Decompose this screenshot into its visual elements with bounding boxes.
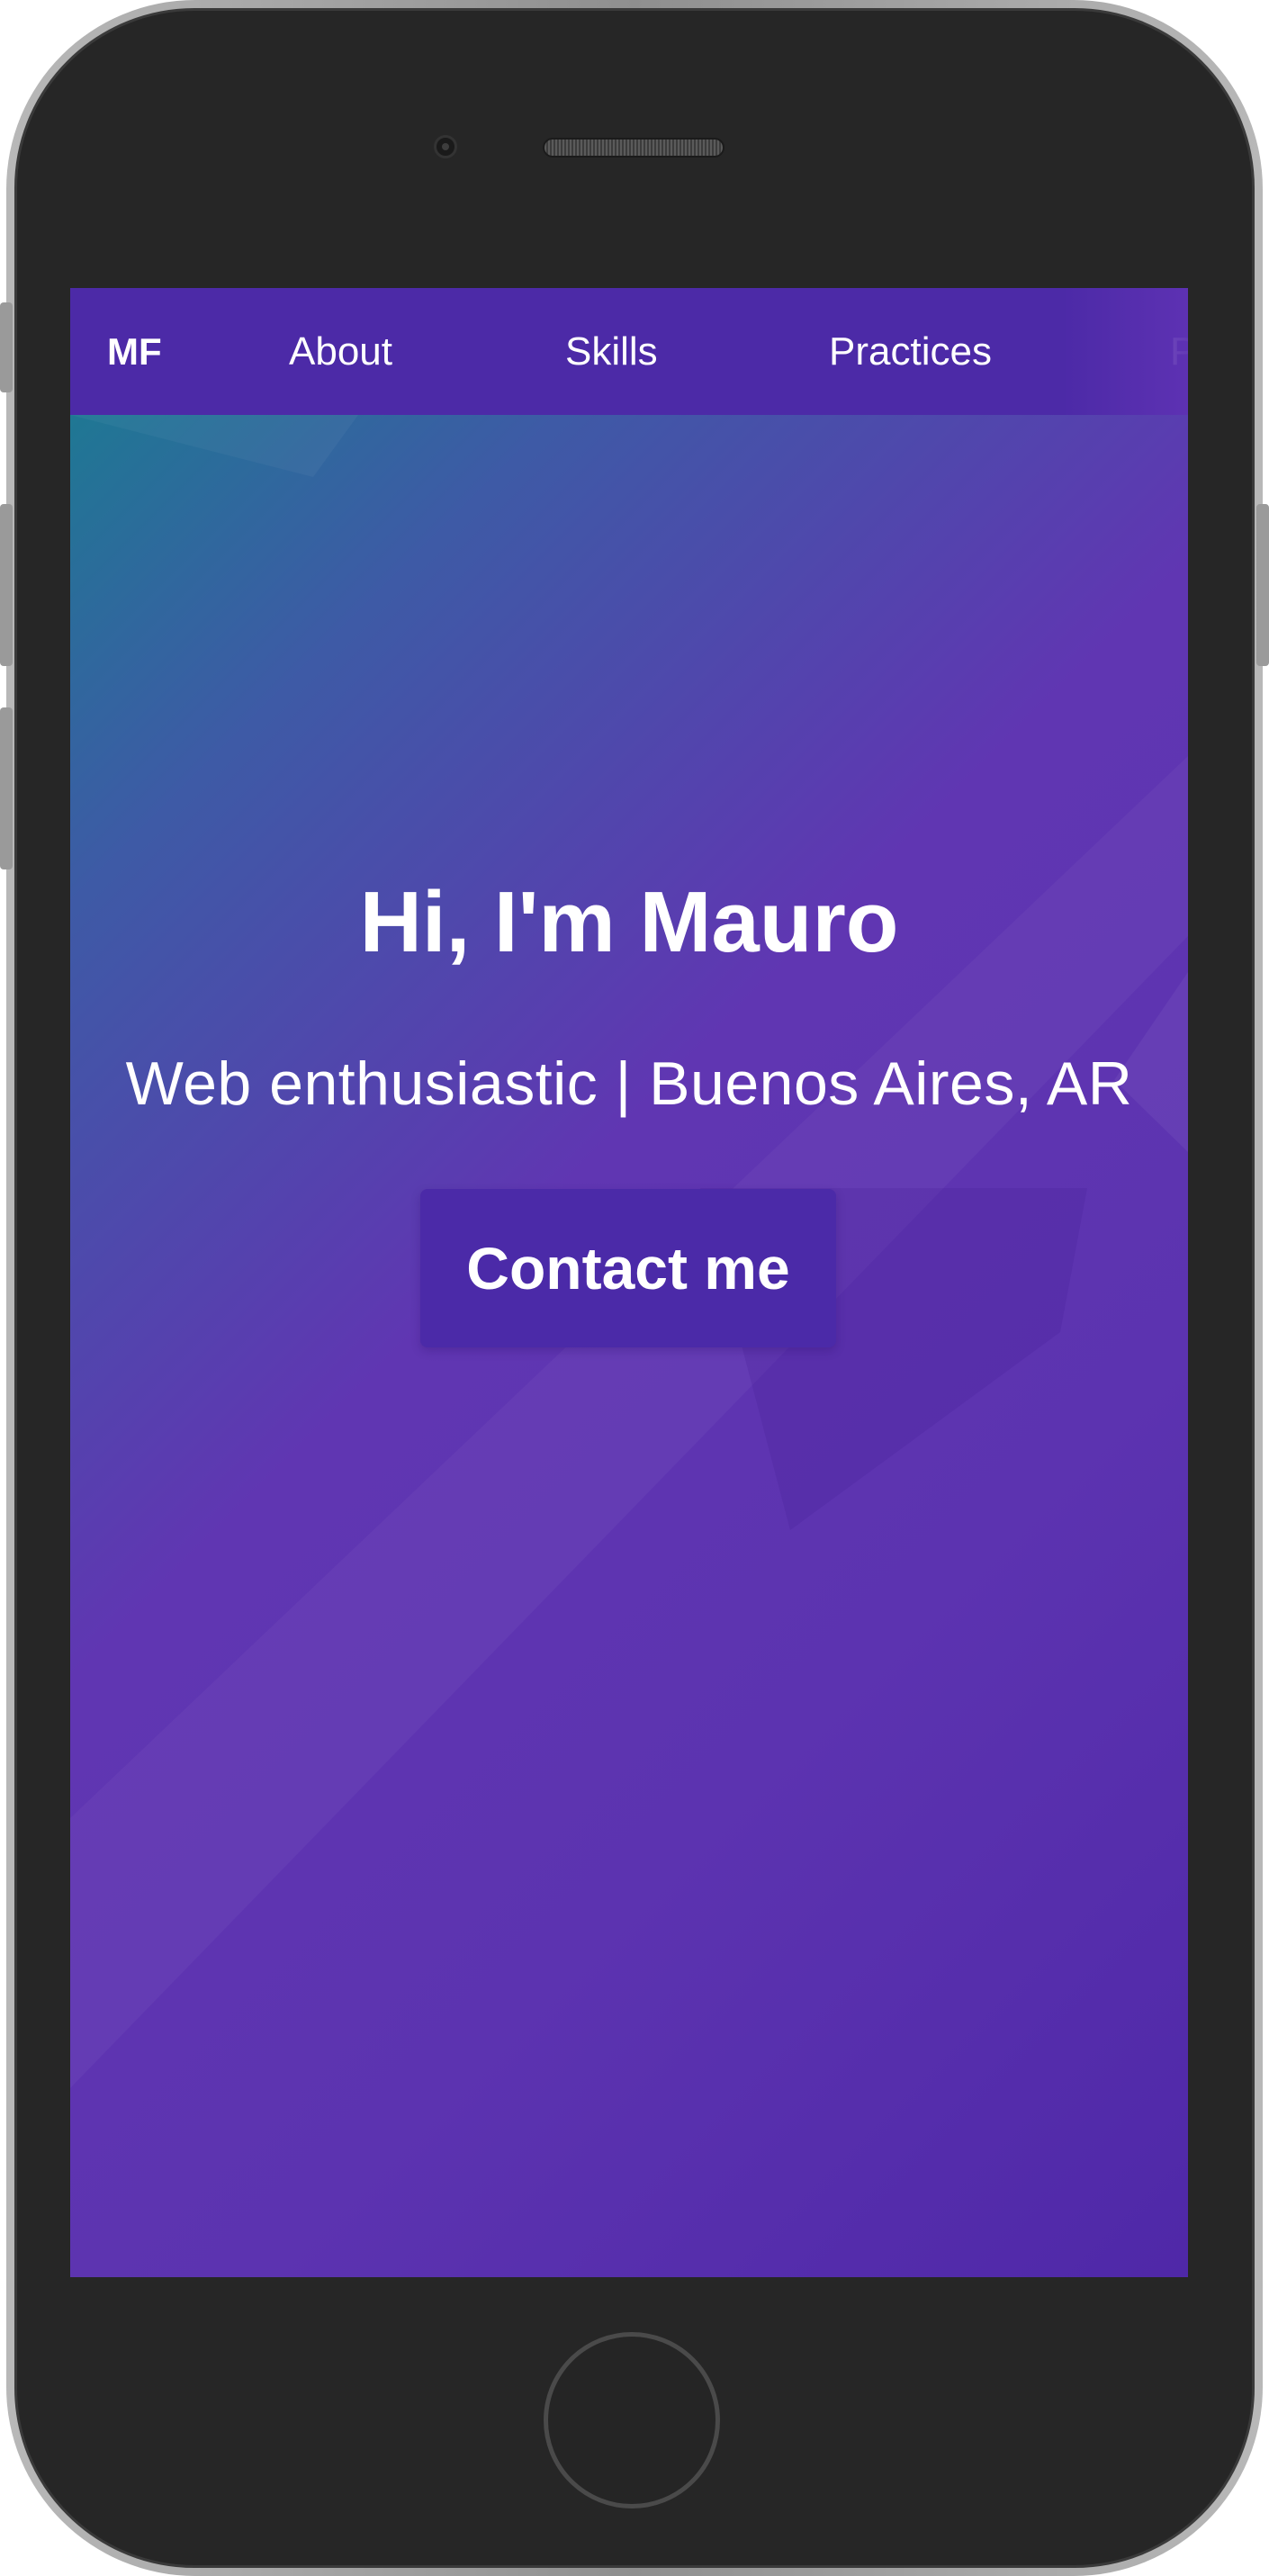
- nav-link-skills[interactable]: Skills: [565, 329, 658, 374]
- volume-down-button: [0, 707, 13, 869]
- contact-me-button[interactable]: Contact me: [420, 1189, 836, 1347]
- home-button-icon[interactable]: [544, 2332, 720, 2508]
- mute-switch: [0, 302, 13, 392]
- phone-screen: MF About Skills Practices P Hi, I'm Maur…: [70, 288, 1188, 2277]
- speaker-icon: [543, 138, 724, 158]
- navbar-scroll-fade: [1062, 288, 1188, 415]
- hero-subtitle: Web enthusiastic | Buenos Aires, AR: [125, 1049, 1133, 1118]
- camera-icon: [434, 135, 457, 158]
- brand-logo[interactable]: MF: [107, 330, 162, 374]
- hero-title: Hi, I'm Mauro: [359, 874, 899, 970]
- top-navbar: MF About Skills Practices P: [70, 288, 1188, 415]
- nav-link-practices[interactable]: Practices: [829, 329, 992, 374]
- volume-up-button: [0, 504, 13, 666]
- nav-link-about[interactable]: About: [289, 329, 392, 374]
- power-button: [1256, 504, 1269, 666]
